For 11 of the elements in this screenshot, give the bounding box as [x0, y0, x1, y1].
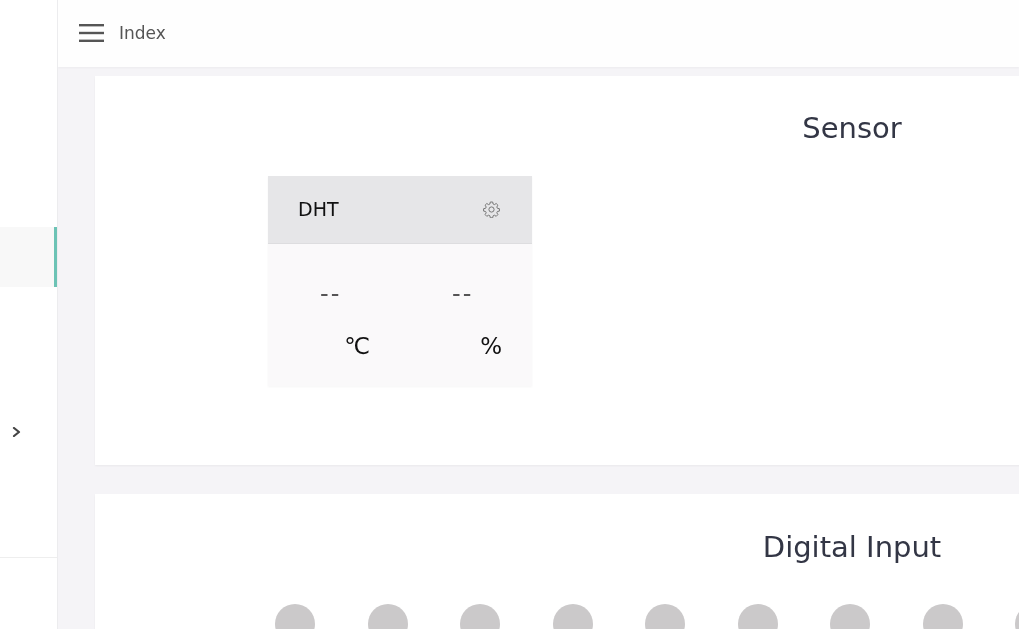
sensor-name: DHT	[298, 197, 339, 223]
reading-unit: ℃	[344, 333, 370, 360]
menu-icon[interactable]	[79, 24, 104, 42]
section-title: Digital Input	[762, 533, 942, 562]
settings-icon[interactable]	[483, 201, 500, 218]
section-title: Sensor	[802, 114, 902, 143]
reading-value: --	[452, 280, 474, 309]
chevron-icon[interactable]	[12, 427, 21, 437]
page-title: Index	[119, 21, 166, 45]
reading-unit: %	[480, 333, 502, 360]
reading-value: --	[320, 280, 342, 309]
